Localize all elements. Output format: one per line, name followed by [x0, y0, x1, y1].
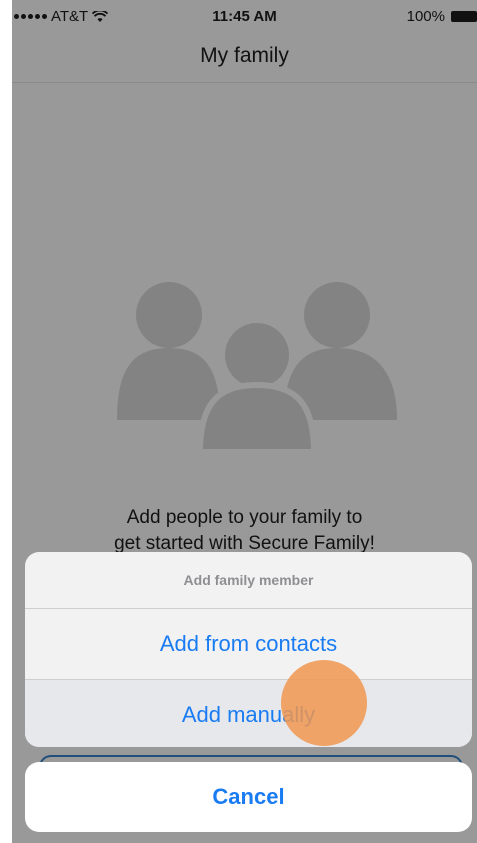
empty-state-line-1: Add people to your family to [126, 507, 363, 528]
battery-percentage: 100% [406, 8, 445, 25]
cancel-button[interactable]: Cancel [25, 762, 472, 832]
add-manually-button[interactable]: Add manually [25, 680, 472, 747]
sheet-title: Add family member [25, 552, 472, 609]
app-screen: AT&T 11:45 AM 100% My family Add people … [12, 0, 477, 843]
add-from-contacts-button[interactable]: Add from contacts [25, 609, 472, 680]
page-title: My family [200, 44, 289, 67]
add-family-member-sheet: Add family member Add from contacts Add … [25, 552, 472, 747]
touch-indicator [281, 660, 367, 746]
status-right: 100% [407, 8, 477, 25]
status-bar: AT&T 11:45 AM 100% [12, 0, 477, 36]
family-illustration-icon [117, 282, 397, 455]
empty-state-message: Add people to your family to get started… [12, 505, 477, 557]
battery-icon [451, 11, 477, 22]
navigation-bar: My family [12, 36, 477, 83]
